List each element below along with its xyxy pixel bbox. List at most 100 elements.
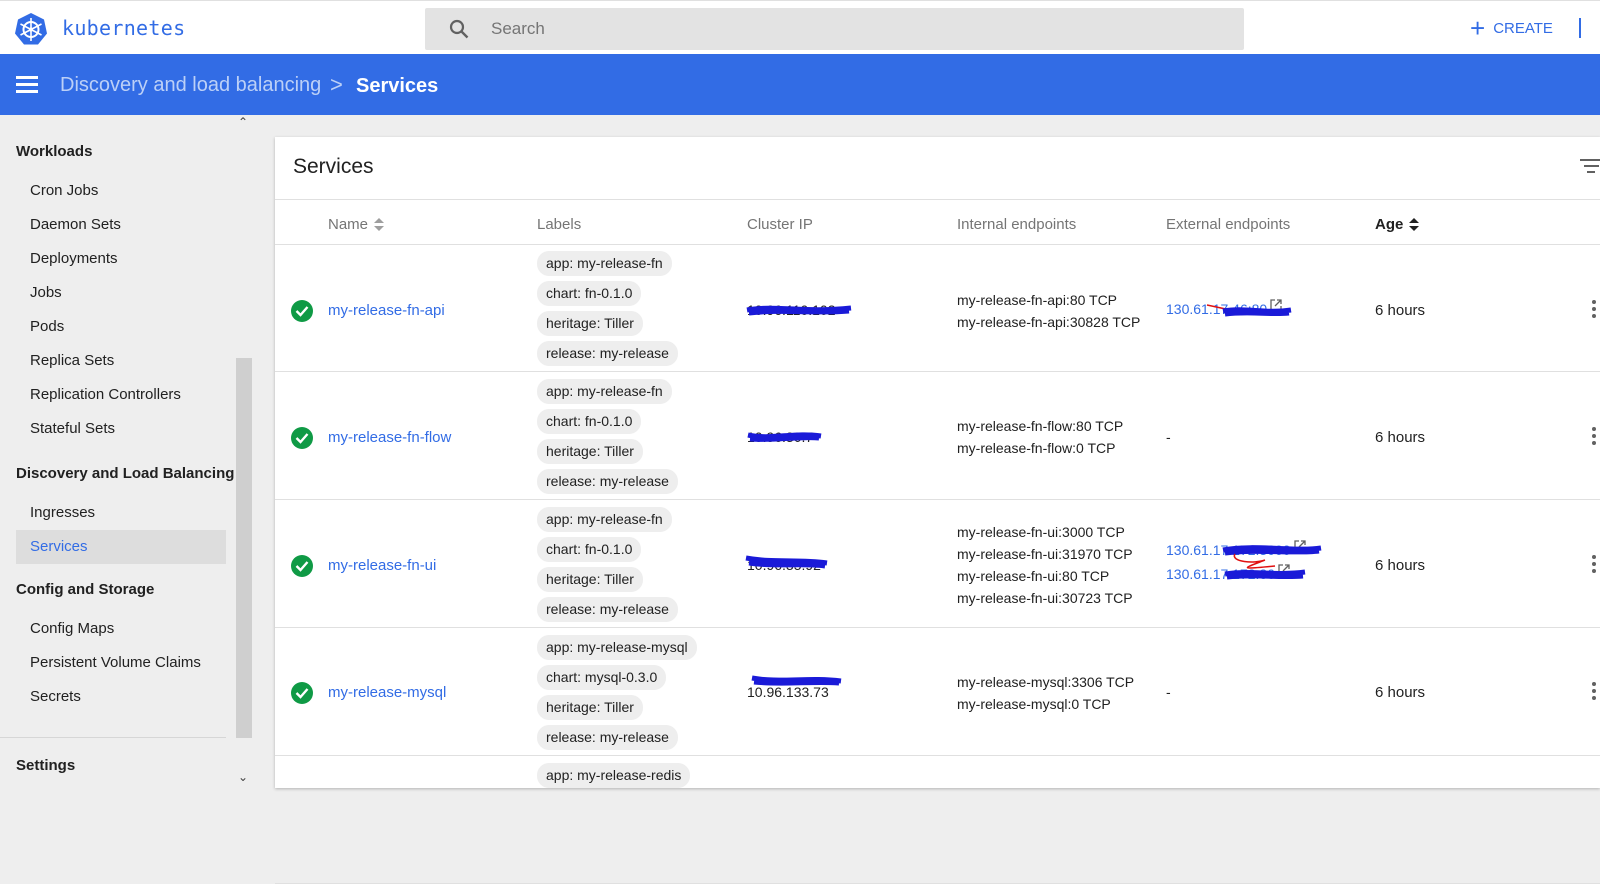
- sidebar-item-config-maps[interactable]: Config Maps: [16, 612, 226, 646]
- create-button[interactable]: + CREATE: [1470, 14, 1553, 42]
- sidebar-section-settings[interactable]: Settings: [16, 757, 75, 774]
- service-name-link[interactable]: my-release-fn-flow: [328, 429, 451, 446]
- redaction-scribble: [1222, 545, 1322, 580]
- sidebar-item-ingresses[interactable]: Ingresses: [16, 496, 226, 530]
- sidebar: Workloads Cron Jobs Daemon Sets Deployme…: [0, 115, 252, 788]
- scroll-up-icon[interactable]: ⌃: [238, 115, 248, 129]
- labels-list: app: my-release-mysql chart: mysql-0.3.0…: [537, 635, 697, 755]
- sidebar-scrollbar-thumb[interactable]: [236, 358, 252, 738]
- label-chip: chart: mysql-0.3.0: [537, 665, 667, 690]
- card-divider: [275, 199, 1600, 200]
- labels-list: app: my-release-fn chart: fn-0.1.0 herit…: [537, 507, 678, 627]
- search-bar[interactable]: [425, 8, 1244, 50]
- scroll-down-icon[interactable]: ⌄: [238, 770, 248, 784]
- service-age: 6 hours: [1375, 557, 1426, 574]
- breadcrumb-chevron-icon: >: [330, 72, 343, 97]
- label-chip: chart: fn-0.1.0: [537, 409, 642, 434]
- labels-list: app: my-release-fn chart: fn-0.1.0 herit…: [537, 379, 678, 499]
- more-vert-icon[interactable]: [1592, 555, 1596, 576]
- column-header-external-endpoints: External endpoints: [1166, 216, 1291, 233]
- label-chip: heritage: Tiller: [537, 567, 643, 592]
- sidebar-item-daemon-sets[interactable]: Daemon Sets: [16, 208, 226, 242]
- kubernetes-logo-icon[interactable]: [14, 12, 48, 46]
- label-chip: chart: fn-0.1.0: [537, 281, 642, 306]
- redaction-scribble: [745, 555, 828, 569]
- more-vert-icon[interactable]: [1592, 682, 1596, 703]
- label-chip: heritage: Tiller: [537, 311, 643, 336]
- search-icon: [449, 19, 469, 39]
- labels-list: app: my-release-fn chart: fn-0.1.0 herit…: [537, 251, 678, 371]
- service-name-link[interactable]: my-release-fn-api: [328, 302, 445, 319]
- label-chip: app: my-release-redis: [537, 763, 691, 788]
- sidebar-item-stateful-sets[interactable]: Stateful Sets: [16, 412, 226, 446]
- table-row: my-release-fn-ui app: my-release-fn char…: [275, 501, 1600, 628]
- label-chip: chart: fn-0.1.0: [537, 537, 642, 562]
- breadcrumb-parent[interactable]: Discovery and load balancing: [60, 74, 321, 97]
- app-name[interactable]: kubernetes: [62, 16, 185, 40]
- check-circle-icon: [291, 300, 313, 322]
- sidebar-item-jobs[interactable]: Jobs: [16, 276, 226, 310]
- check-circle-icon: [291, 427, 313, 449]
- service-name-link[interactable]: my-release-mysql: [328, 684, 446, 701]
- plus-icon: +: [1470, 13, 1486, 43]
- filter-icon[interactable]: [1580, 159, 1600, 175]
- menu-icon[interactable]: [16, 76, 38, 93]
- sidebar-section-workloads[interactable]: Workloads: [16, 143, 92, 160]
- label-chip: app: my-release-mysql: [537, 635, 697, 660]
- sidebar-item-cron-jobs[interactable]: Cron Jobs: [16, 174, 226, 208]
- labels-list: app: my-release-redis: [537, 763, 691, 793]
- redaction-scribble: [747, 432, 822, 442]
- service-name-link[interactable]: my-release-fn-ui: [328, 557, 436, 574]
- label-chip: release: my-release: [537, 597, 678, 622]
- internal-endpoints: my-release-fn-api:80 TCP my-release-fn-a…: [957, 292, 1141, 330]
- sidebar-item-replica-sets[interactable]: Replica Sets: [16, 344, 226, 378]
- services-card: Services Name Labels Cluster IP Internal…: [275, 137, 1600, 884]
- card-title: Services: [293, 155, 374, 178]
- sidebar-item-services[interactable]: Services: [16, 530, 226, 564]
- sidebar-item-pods[interactable]: Pods: [16, 310, 226, 344]
- column-header-name[interactable]: Name: [328, 216, 385, 233]
- label-chip: app: my-release-fn: [537, 379, 672, 404]
- sidebar-divider: [0, 737, 226, 738]
- label-chip: release: my-release: [537, 469, 678, 494]
- sidebar-item-deployments[interactable]: Deployments: [16, 242, 226, 276]
- table-row: app: my-release-redis: [275, 757, 1600, 884]
- toolbar-divider: [1579, 18, 1581, 38]
- label-chip: release: my-release: [537, 725, 678, 750]
- sidebar-section-config-storage[interactable]: Config and Storage: [16, 581, 154, 598]
- label-chip: release: my-release: [537, 341, 678, 366]
- sidebar-item-secrets[interactable]: Secrets: [16, 680, 226, 714]
- sort-icon: [374, 218, 385, 232]
- column-header-labels: Labels: [537, 216, 582, 233]
- top-bar: kubernetes + CREATE: [0, 0, 1600, 54]
- internal-endpoints: my-release-fn-ui:3000 TCP my-release-fn-…: [957, 524, 1133, 606]
- more-vert-icon[interactable]: [1592, 427, 1596, 448]
- check-circle-icon: [291, 682, 313, 704]
- sidebar-section-discovery[interactable]: Discovery and Load Balancing: [16, 465, 234, 482]
- service-age: 6 hours: [1375, 429, 1426, 446]
- sidebar-item-persistent-volume-claims[interactable]: Persistent Volume Claims: [16, 646, 226, 680]
- table-row: my-release-mysql app: my-release-mysql c…: [275, 629, 1600, 756]
- column-header-internal-endpoints: Internal endpoints: [957, 216, 1077, 233]
- label-chip: heritage: Tiller: [537, 695, 643, 720]
- external-endpoints: -: [1166, 429, 1171, 445]
- redaction-scribble: [751, 675, 842, 686]
- check-circle-icon: [291, 555, 313, 577]
- app-header: Discovery and load balancing > Services: [0, 54, 1600, 115]
- internal-endpoints: my-release-fn-flow:80 TCP my-release-fn-…: [957, 418, 1124, 456]
- service-age: 6 hours: [1375, 302, 1426, 319]
- more-vert-icon[interactable]: [1592, 300, 1596, 321]
- column-header-cluster-ip: Cluster IP: [747, 216, 813, 233]
- table-row: my-release-fn-flow app: my-release-fn ch…: [275, 373, 1600, 500]
- label-chip: heritage: Tiller: [537, 439, 643, 464]
- sidebar-item-replication-controllers[interactable]: Replication Controllers: [16, 378, 226, 412]
- column-header-age[interactable]: Age: [1375, 216, 1420, 233]
- breadcrumb-current: Services: [356, 75, 439, 97]
- label-chip: app: my-release-fn: [537, 251, 672, 276]
- service-age: 6 hours: [1375, 684, 1426, 701]
- sort-icon: [1409, 218, 1420, 232]
- label-chip: app: my-release-fn: [537, 507, 672, 532]
- redaction-scribble: [1206, 304, 1292, 317]
- external-endpoints: -: [1166, 684, 1171, 700]
- search-input[interactable]: [491, 8, 1211, 50]
